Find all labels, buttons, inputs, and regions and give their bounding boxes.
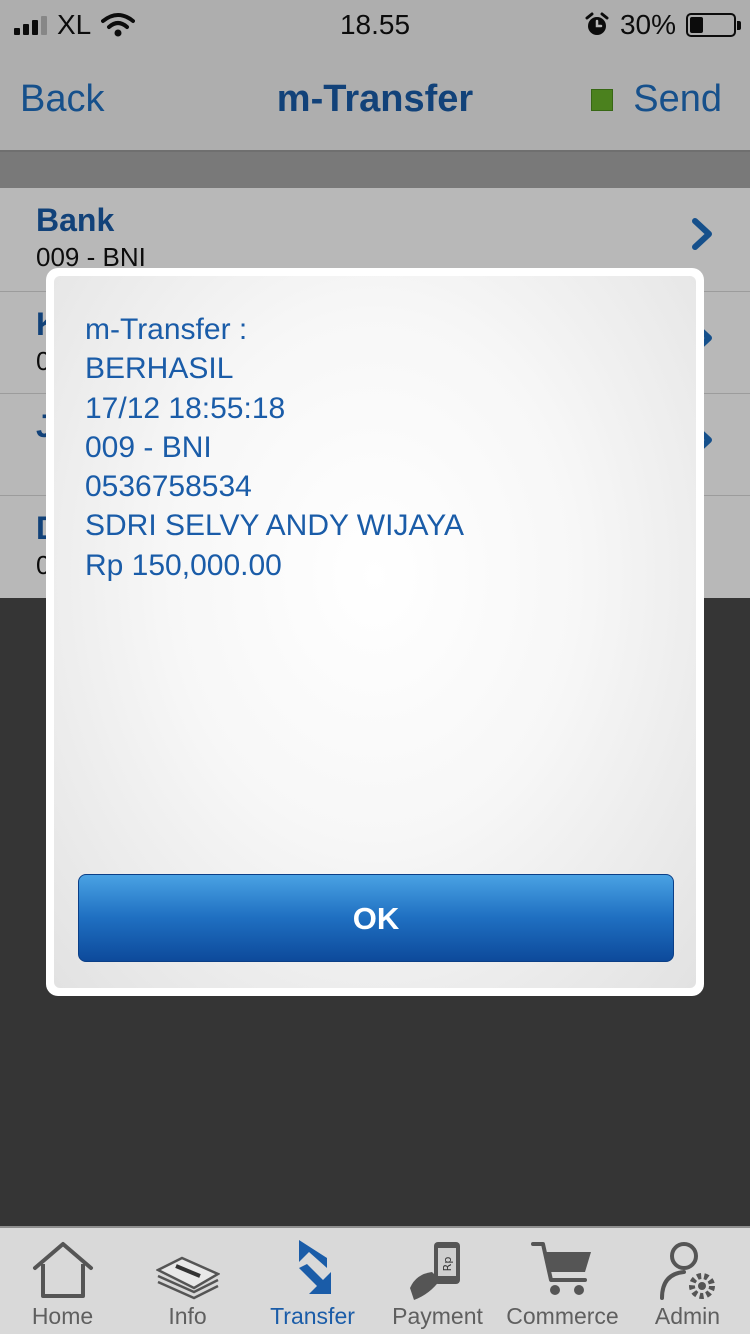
home-icon (33, 1242, 93, 1298)
payment-icon: Rp (410, 1242, 460, 1300)
message-line-bank: 009 - BNI (85, 430, 212, 464)
tab-bar: Home Info Transfer Rp Payment Commerce A… (0, 1226, 750, 1334)
message-line-datetime: 17/12 18:55:18 (85, 391, 286, 425)
transfer-icon (299, 1240, 331, 1294)
tab-admin[interactable]: Admin (625, 1228, 750, 1334)
message-line-status: BERHASIL (85, 352, 234, 386)
svg-text:Rp: Rp (441, 1257, 454, 1272)
dialog-message: m-Transfer : BERHASIL 17/12 18:55:18 009… (85, 310, 464, 585)
info-icon (156, 1256, 220, 1300)
result-dialog: m-Transfer : BERHASIL 17/12 18:55:18 009… (46, 268, 704, 996)
ok-button[interactable]: OK (78, 874, 674, 962)
message-line-recipient: SDRI SELVY ANDY WIJAYA (85, 509, 465, 543)
dialog-body: m-Transfer : BERHASIL 17/12 18:55:18 009… (54, 276, 696, 988)
tab-label: Admin (654, 1303, 721, 1329)
message-line-title: m-Transfer : (85, 313, 248, 346)
admin-icon (660, 1242, 715, 1300)
message-line-account: 0536758534 (85, 470, 252, 504)
cart-icon (531, 1242, 591, 1295)
message-line-amount: Rp 150,000.00 (85, 548, 282, 582)
